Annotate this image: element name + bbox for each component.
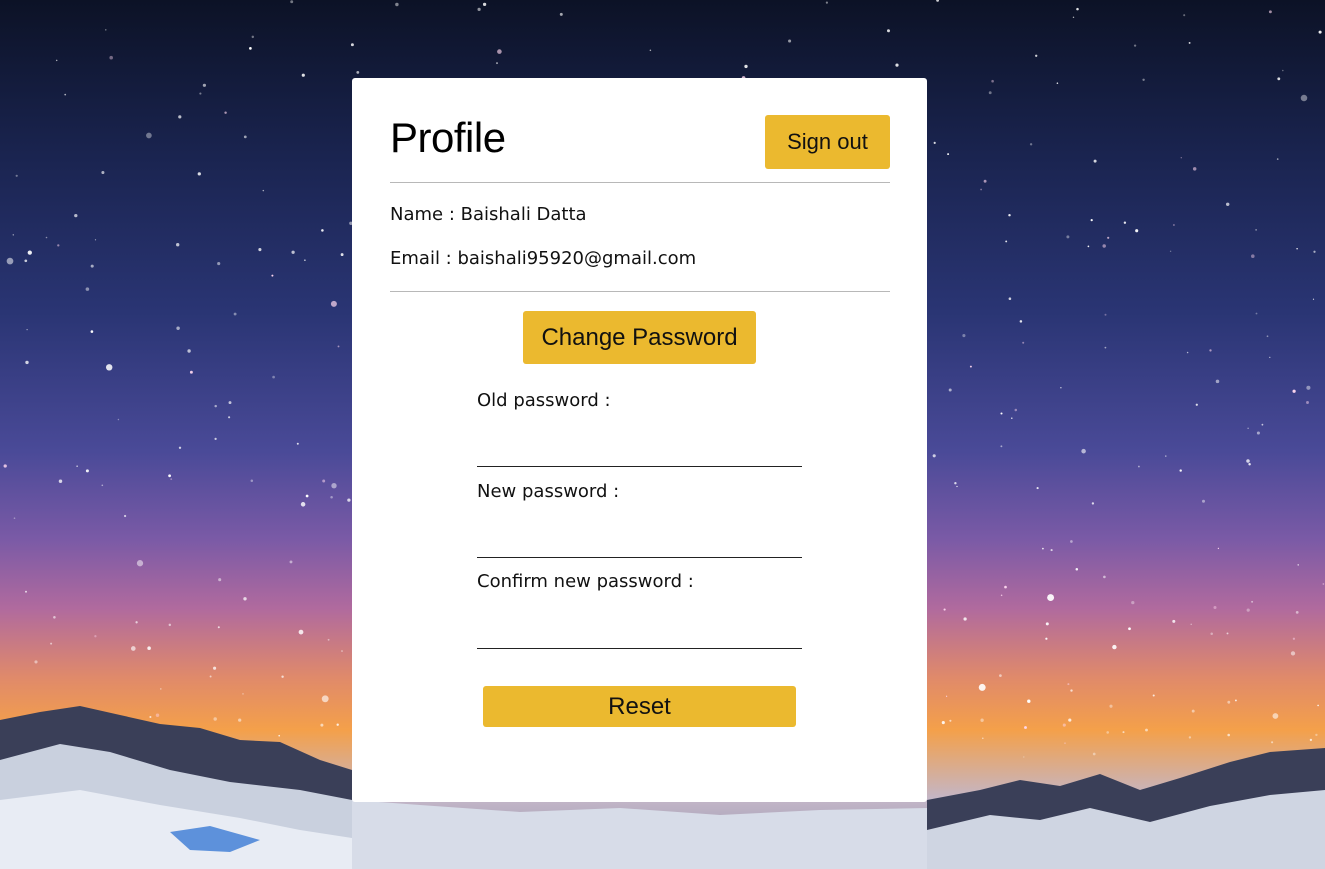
email-label: Email :: [390, 248, 458, 269]
profile-card: Profile Sign out Name : Baishali Datta E…: [352, 78, 927, 802]
new-password-label: New password :: [477, 481, 620, 502]
divider-top: [390, 182, 890, 183]
confirm-password-label: Confirm new password :: [477, 571, 694, 592]
email-row: Email : baishali95920@gmail.com: [390, 248, 696, 269]
name-label: Name :: [390, 204, 461, 225]
email-value: baishali95920@gmail.com: [457, 248, 697, 269]
page-title: Profile: [390, 114, 506, 161]
confirm-password-input[interactable]: [477, 618, 802, 649]
divider-bottom: [390, 291, 890, 292]
name-value: Baishali Datta: [460, 204, 587, 225]
old-password-label: Old password :: [477, 390, 611, 411]
name-row: Name : Baishali Datta: [390, 204, 587, 225]
sign-out-button[interactable]: Sign out: [765, 115, 890, 169]
reset-button[interactable]: Reset: [483, 686, 796, 727]
change-password-button[interactable]: Change Password: [523, 311, 756, 364]
old-password-input[interactable]: [477, 436, 802, 467]
new-password-input[interactable]: [477, 527, 802, 558]
